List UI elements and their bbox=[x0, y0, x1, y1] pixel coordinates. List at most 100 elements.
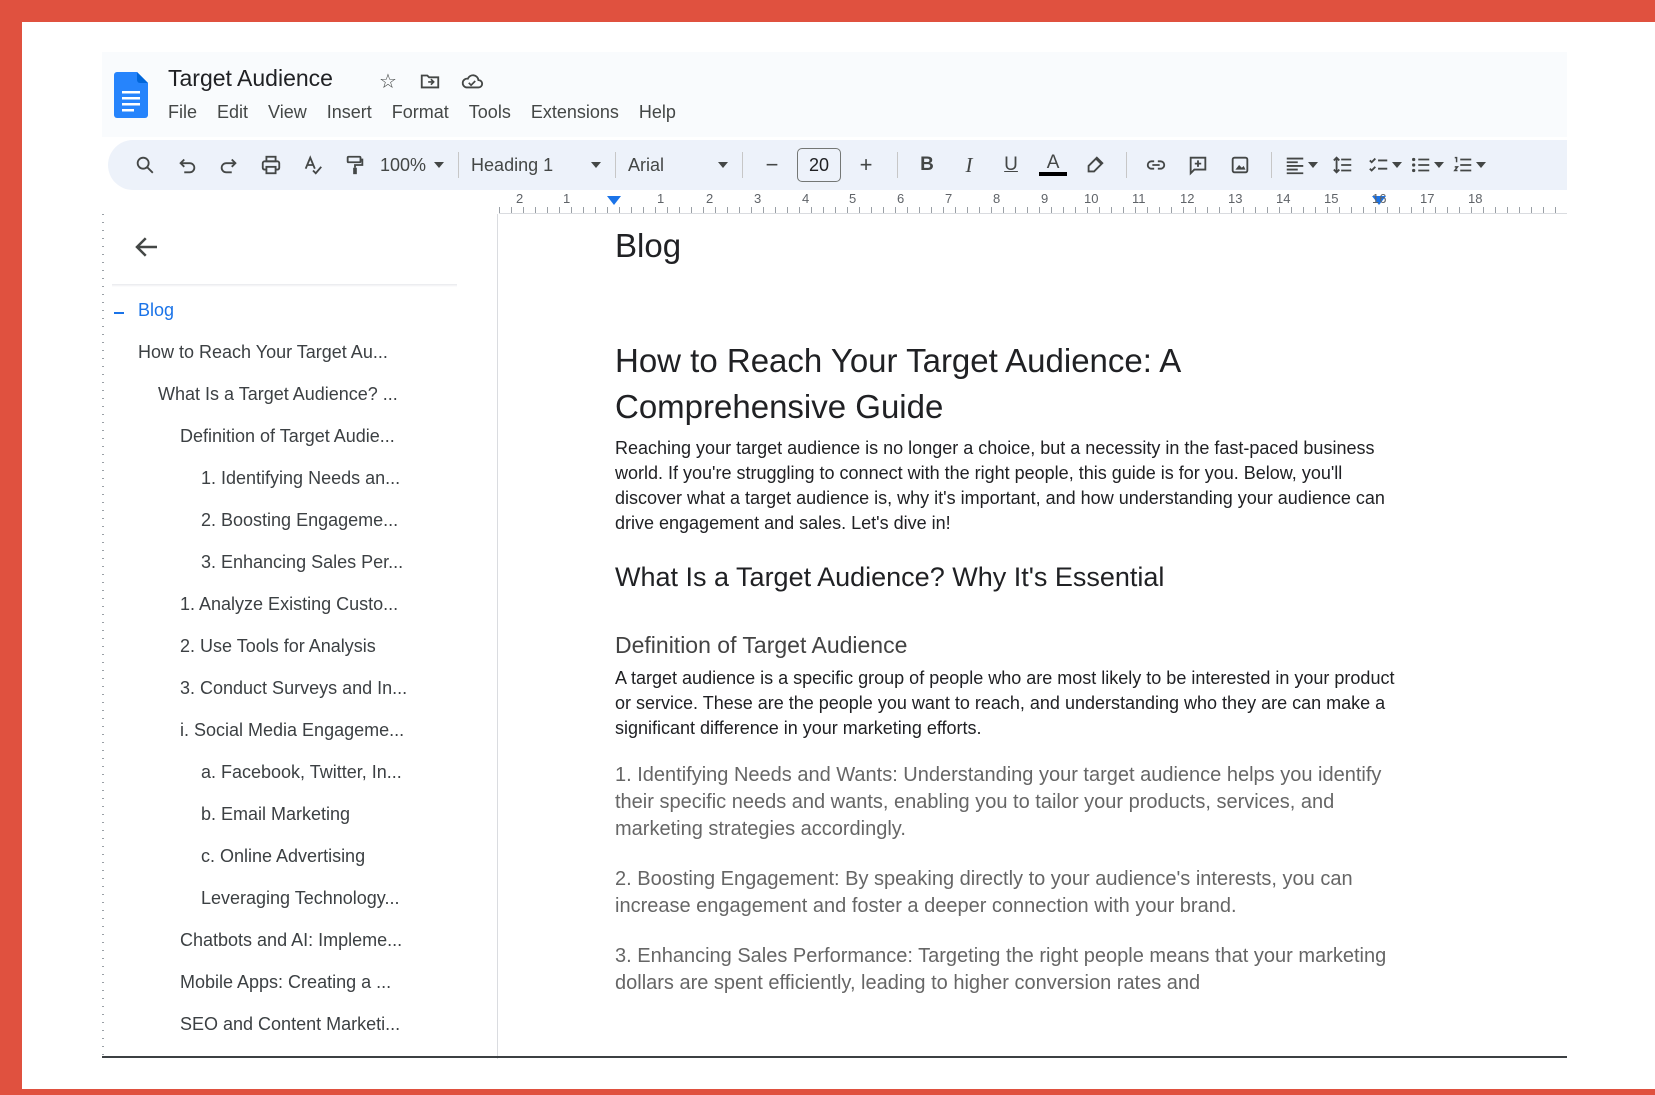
outline-item[interactable]: What Is a Target Audience? ... bbox=[158, 384, 398, 405]
underline-button[interactable]: U bbox=[994, 148, 1028, 182]
undo-icon[interactable] bbox=[170, 148, 204, 182]
outline-item[interactable]: a. Facebook, Twitter, In... bbox=[201, 762, 402, 783]
outline-item[interactable]: 2. Use Tools for Analysis bbox=[180, 636, 376, 657]
ruler-number: 13 bbox=[1228, 191, 1243, 206]
outline-item[interactable]: SEO and Content Marketi... bbox=[180, 1014, 400, 1035]
left-indent-marker[interactable] bbox=[607, 196, 621, 205]
insert-link-icon[interactable] bbox=[1139, 148, 1173, 182]
ruler-number: 9 bbox=[1041, 191, 1049, 206]
frame-border-top bbox=[0, 0, 1655, 22]
cloud-status-icon[interactable] bbox=[458, 67, 486, 95]
ruler-number: 17 bbox=[1420, 191, 1435, 206]
doc-list-paragraph[interactable]: 2. Boosting Engagement: By speaking dire… bbox=[615, 866, 1415, 920]
ruler-ticks bbox=[499, 207, 1567, 213]
ruler-number: 3 bbox=[754, 191, 762, 206]
numbered-list-icon[interactable] bbox=[1452, 148, 1487, 182]
chevron-down-icon bbox=[1392, 162, 1403, 168]
highlight-color-icon[interactable] bbox=[1078, 148, 1112, 182]
ruler-number: 1 bbox=[657, 191, 665, 206]
doc-paragraph[interactable]: A target audience is a specific group of… bbox=[615, 666, 1415, 741]
doc-heading-1[interactable]: How to Reach Your Target Audience: A Com… bbox=[615, 338, 1335, 430]
outline-item[interactable]: 1. Identifying Needs an... bbox=[201, 468, 400, 489]
style-select[interactable]: Heading 1 bbox=[471, 148, 602, 182]
chevron-down-icon bbox=[1308, 162, 1319, 168]
star-icon[interactable]: ☆ bbox=[374, 67, 402, 95]
text-color-swatch bbox=[1039, 172, 1068, 176]
checklist-icon[interactable] bbox=[1368, 148, 1403, 182]
search-menus-icon[interactable] bbox=[128, 148, 162, 182]
outline-item[interactable]: i. Social Media Engageme... bbox=[180, 720, 404, 741]
chevron-down-icon bbox=[1434, 162, 1445, 168]
document-title[interactable]: Target Audience bbox=[168, 65, 333, 92]
zoom-select[interactable]: 100% bbox=[380, 148, 445, 182]
outline-item[interactable]: 3. Conduct Surveys and In... bbox=[180, 678, 407, 699]
ruler-number: 7 bbox=[945, 191, 953, 206]
outline-item[interactable]: Definition of Target Audie... bbox=[180, 426, 395, 447]
bold-button[interactable]: B bbox=[910, 148, 944, 182]
redo-icon[interactable] bbox=[212, 148, 246, 182]
text-color-label: A bbox=[1046, 152, 1060, 173]
style-value: Heading 1 bbox=[471, 154, 554, 175]
chevron-down-icon bbox=[1476, 162, 1487, 168]
doc-paragraph[interactable]: Reaching your target audience is no long… bbox=[615, 436, 1395, 536]
bulleted-list-icon[interactable] bbox=[1410, 148, 1445, 182]
increase-font-size-button[interactable]: + bbox=[849, 148, 883, 182]
doc-list-paragraph[interactable]: 3. Enhancing Sales Performance: Targetin… bbox=[615, 943, 1415, 997]
text-color-button[interactable]: A bbox=[1036, 148, 1070, 182]
menu-insert[interactable]: Insert bbox=[318, 102, 383, 123]
menu-extensions[interactable]: Extensions bbox=[522, 102, 630, 123]
paint-format-icon[interactable] bbox=[338, 148, 372, 182]
doc-heading-2[interactable]: What Is a Target Audience? Why It's Esse… bbox=[615, 562, 1164, 593]
outline-item[interactable]: 3. Enhancing Sales Per... bbox=[201, 552, 403, 573]
toolbar-divider bbox=[615, 152, 617, 178]
move-folder-icon[interactable] bbox=[416, 67, 444, 95]
collapse-icon[interactable] bbox=[114, 312, 124, 314]
align-left-icon[interactable] bbox=[1284, 148, 1319, 182]
ruler-number: 12 bbox=[1180, 191, 1195, 206]
menu-file[interactable]: File bbox=[168, 102, 208, 123]
chevron-down-icon bbox=[718, 162, 729, 168]
doc-title-text[interactable]: Blog bbox=[615, 227, 681, 265]
insert-image-icon[interactable] bbox=[1223, 148, 1257, 182]
chevron-down-icon bbox=[434, 162, 445, 168]
print-icon[interactable] bbox=[254, 148, 288, 182]
italic-button[interactable]: I bbox=[952, 148, 986, 182]
vertical-ruler bbox=[102, 214, 104, 1059]
header: Target Audience ☆ File Edit View Insert … bbox=[102, 52, 1567, 137]
font-size-input[interactable]: 20 bbox=[797, 148, 842, 182]
menu-edit[interactable]: Edit bbox=[208, 102, 259, 123]
outline-item[interactable]: Leveraging Technology... bbox=[201, 888, 399, 909]
ruler-number: 16 bbox=[1372, 191, 1387, 206]
line-spacing-icon[interactable] bbox=[1326, 148, 1360, 182]
menu-view[interactable]: View bbox=[259, 102, 318, 123]
document-outline-panel: Blog How to Reach Your Target Au... What… bbox=[102, 214, 498, 1059]
docs-logo-icon[interactable] bbox=[114, 72, 148, 118]
outline-item[interactable]: 2. Boosting Engageme... bbox=[201, 510, 398, 531]
spellcheck-icon[interactable] bbox=[296, 148, 330, 182]
font-select[interactable]: Arial bbox=[628, 148, 729, 182]
outline-item-blog[interactable]: Blog bbox=[138, 300, 174, 321]
menu-bar: File Edit View Insert Format Tools Exten… bbox=[168, 102, 687, 123]
ruler-number: 2 bbox=[516, 191, 524, 206]
back-arrow-icon[interactable] bbox=[132, 232, 162, 262]
outline-item[interactable]: b. Email Marketing bbox=[201, 804, 350, 825]
outline-item[interactable]: 1. Analyze Existing Custo... bbox=[180, 594, 398, 615]
doc-heading-3[interactable]: Definition of Target Audience bbox=[615, 632, 907, 659]
chevron-down-icon bbox=[591, 162, 602, 168]
add-comment-icon[interactable] bbox=[1181, 148, 1215, 182]
outline-item[interactable]: Chatbots and AI: Impleme... bbox=[180, 930, 402, 951]
menu-tools[interactable]: Tools bbox=[460, 102, 522, 123]
horizontal-ruler[interactable]: 2 1 1 2 3 4 5 6 7 8 9 10 11 12 13 14 15 … bbox=[499, 190, 1567, 214]
outline-item[interactable]: How to Reach Your Target Au... bbox=[138, 342, 388, 363]
ruler-number: 1 bbox=[563, 191, 571, 206]
ruler-number: 11 bbox=[1132, 191, 1146, 206]
toolbar-divider bbox=[1126, 152, 1128, 178]
menu-help[interactable]: Help bbox=[630, 102, 687, 123]
outline-item[interactable]: Mobile Apps: Creating a ... bbox=[180, 972, 391, 993]
decrease-font-size-button[interactable]: − bbox=[755, 148, 789, 182]
menu-format[interactable]: Format bbox=[383, 102, 460, 123]
font-value: Arial bbox=[628, 154, 665, 175]
outline-item[interactable]: c. Online Advertising bbox=[201, 846, 365, 867]
doc-list-paragraph[interactable]: 1. Identifying Needs and Wants: Understa… bbox=[615, 762, 1415, 843]
document-page[interactable]: Blog How to Reach Your Target Audience: … bbox=[499, 214, 1567, 1059]
